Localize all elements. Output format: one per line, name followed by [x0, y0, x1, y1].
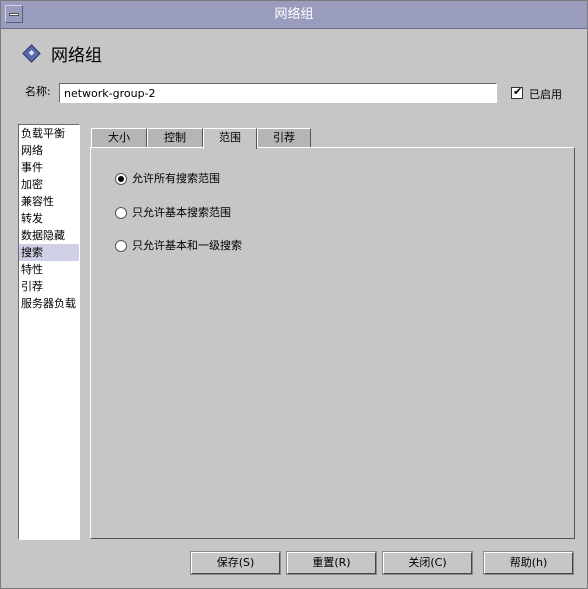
- category-item-referral[interactable]: 引荐: [19, 278, 79, 295]
- save-button[interactable]: 保存(S): [191, 552, 280, 574]
- category-item-load-balancing[interactable]: 负载平衡: [19, 125, 79, 142]
- category-item-properties[interactable]: 特性: [19, 261, 79, 278]
- network-group-icon: [22, 44, 41, 63]
- tab-size[interactable]: 大小: [91, 128, 147, 148]
- checkmark-icon: ✔: [513, 85, 523, 98]
- title-bar[interactable]: 网络组: [1, 1, 587, 29]
- dialog-window: 网络组 网络组 名称: ✔ 已启用 负载平衡 网络 事件 加密 兼容性 转发 数…: [0, 0, 588, 589]
- scope-panel: 允许所有搜索范围 只允许基本搜索范围 只允许基本和一级搜索: [90, 147, 575, 539]
- radio-icon[interactable]: [115, 240, 127, 252]
- category-item-data-hiding[interactable]: 数据隐藏: [19, 227, 79, 244]
- scope-option-label: 允许所有搜索范围: [132, 172, 220, 185]
- enabled-checkbox[interactable]: ✔: [511, 85, 523, 99]
- category-item-compatibility[interactable]: 兼容性: [19, 193, 79, 210]
- category-item-network[interactable]: 网络: [19, 142, 79, 159]
- page-title: 网络组: [51, 46, 102, 66]
- category-item-server-load[interactable]: 服务器负载: [19, 295, 79, 312]
- tab-referral[interactable]: 引荐: [257, 128, 311, 148]
- category-item-encryption[interactable]: 加密: [19, 176, 79, 193]
- category-item-events[interactable]: 事件: [19, 159, 79, 176]
- window-title: 网络组: [274, 7, 314, 22]
- scope-option-label: 只允许基本和一级搜索: [132, 239, 242, 252]
- tab-scope[interactable]: 范围: [203, 128, 257, 149]
- radio-icon[interactable]: [115, 207, 127, 219]
- reset-button[interactable]: 重置(R): [287, 552, 376, 574]
- scope-option-label: 只允许基本搜索范围: [132, 206, 231, 219]
- name-input[interactable]: [59, 83, 497, 103]
- category-list[interactable]: 负载平衡 网络 事件 加密 兼容性 转发 数据隐藏 搜索 特性 引荐 服务器负载: [18, 124, 80, 540]
- category-item-forwarding[interactable]: 转发: [19, 210, 79, 227]
- tab-control[interactable]: 控制: [147, 128, 203, 148]
- close-button[interactable]: 关闭(C): [383, 552, 472, 574]
- name-label: 名称:: [25, 85, 51, 98]
- enabled-label: 已启用: [529, 88, 562, 101]
- help-button[interactable]: 帮助(h): [484, 552, 573, 574]
- radio-selected-icon[interactable]: [115, 173, 127, 185]
- category-item-search[interactable]: 搜索: [19, 244, 79, 261]
